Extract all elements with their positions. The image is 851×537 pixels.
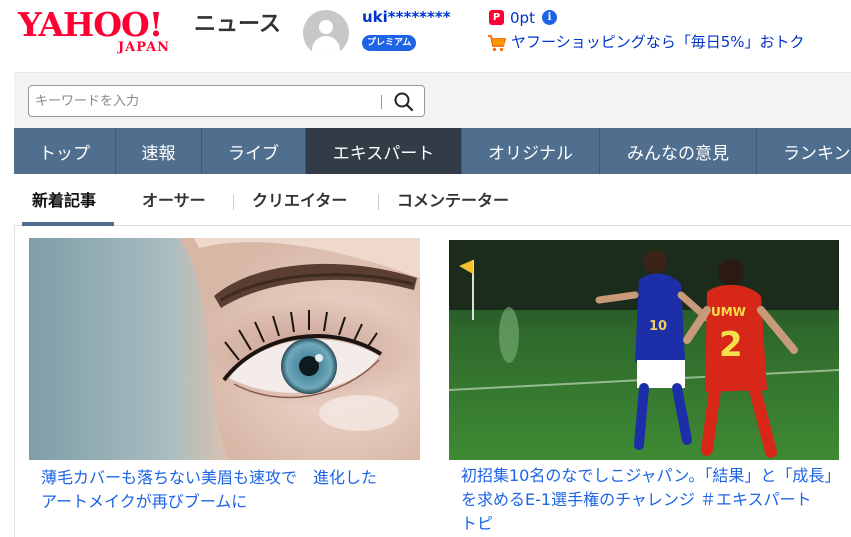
avatar-body-icon	[312, 36, 340, 56]
tab-label: ランキング	[783, 143, 851, 164]
jersey-number-china: 2	[719, 325, 743, 365]
subtab-divider	[233, 194, 234, 210]
tab-ranking[interactable]: ランキング	[757, 128, 851, 174]
cart-icon	[488, 35, 507, 52]
tab-top[interactable]: トップ	[14, 128, 116, 174]
article-title-line: 初招集10名のなでしこジャパン。「結果」と「成長」	[461, 466, 841, 485]
tab-expert[interactable]: エキスパート	[306, 128, 462, 174]
service-name[interactable]: ニュース	[194, 11, 281, 39]
womens-football-photo: 10 UMW 2	[449, 240, 839, 460]
search-icon[interactable]	[391, 89, 417, 113]
tab-label: 速報	[141, 143, 176, 164]
search-input[interactable]	[35, 90, 375, 112]
avatar[interactable]	[303, 10, 349, 56]
tab-breaking[interactable]: 速報	[116, 128, 202, 174]
article-title-line: トピ	[461, 514, 494, 533]
logo-japan-text: JAPAN	[118, 40, 171, 55]
jersey-name-china: UMW	[711, 305, 746, 319]
tab-label: オリジナル	[488, 143, 573, 164]
eye-closeup-photo	[29, 238, 420, 460]
tab-opinions[interactable]: みんなの意見	[600, 128, 757, 174]
header: YAHOO! JAPAN ニュース uki******** プレミアム P 0p…	[0, 0, 851, 72]
jersey-number-japan: 10	[649, 319, 667, 334]
subtab-divider	[378, 194, 379, 210]
subtab-active-indicator	[22, 222, 114, 226]
article-title[interactable]: 初招集10名のなでしこジャパン。「結果」と「成長」 を求めるE-1選手権のチャレ…	[461, 464, 840, 536]
tab-label: トップ	[39, 143, 90, 164]
avatar-head-icon	[319, 20, 333, 34]
paypay-icon: P	[489, 10, 504, 25]
main-nav: トップ 速報 ライブ エキスパート オリジナル みんなの意見 ランキング	[14, 128, 851, 174]
yahoo-japan-logo[interactable]: YAHOO! JAPAN	[18, 5, 190, 56]
premium-badge[interactable]: プレミアム	[362, 35, 417, 51]
search-bar	[14, 72, 851, 128]
tab-label: ライブ	[228, 143, 279, 164]
tab-live[interactable]: ライブ	[202, 128, 306, 174]
search-divider	[381, 95, 382, 109]
points-balance[interactable]: 0pt	[510, 8, 535, 28]
shopping-promo-link[interactable]: ヤフーショッピングなら「毎日5%」おトク	[511, 31, 805, 53]
article-image-football[interactable]: 10 UMW 2	[449, 240, 839, 460]
logo-wordmark: YAHOO!	[18, 5, 163, 44]
info-icon[interactable]: i	[542, 10, 557, 25]
article-title-line: 薄毛カバーも落ちない美眉も速攻で 進化した	[41, 468, 378, 487]
subtab-commentators[interactable]: コメンテーター	[397, 188, 509, 214]
subtab-authors[interactable]: オーサー	[142, 188, 206, 214]
search-box	[28, 85, 425, 117]
subtab-latest[interactable]: 新着記事	[32, 188, 96, 214]
tab-label: みんなの意見	[627, 143, 729, 164]
subtab-creators[interactable]: クリエイター	[252, 188, 347, 214]
article-title-line: アートメイクが再びブームに	[41, 492, 248, 511]
sub-tabs: 新着記事 オーサー クリエイター コメンテーター	[14, 174, 851, 226]
article-title-line: を求めるE-1選手権のチャレンジ ＃エキスパート	[461, 490, 812, 509]
username[interactable]: uki********	[362, 7, 451, 27]
content-border	[14, 226, 15, 537]
article-card[interactable]: 10 UMW 2 初招集10名のなでしこジャパン。「結果」と「成長」 を求めるE…	[449, 240, 851, 537]
tab-label: エキスパート	[332, 143, 435, 164]
article-card[interactable]: 薄毛カバーも落ちない美眉も速攻で 進化した アートメイクが再びブームに	[29, 238, 421, 537]
article-image-eye[interactable]	[29, 238, 420, 460]
tab-original[interactable]: オリジナル	[462, 128, 600, 174]
article-title[interactable]: 薄毛カバーも落ちない美眉も速攻で 進化した アートメイクが再びブームに	[41, 466, 377, 514]
